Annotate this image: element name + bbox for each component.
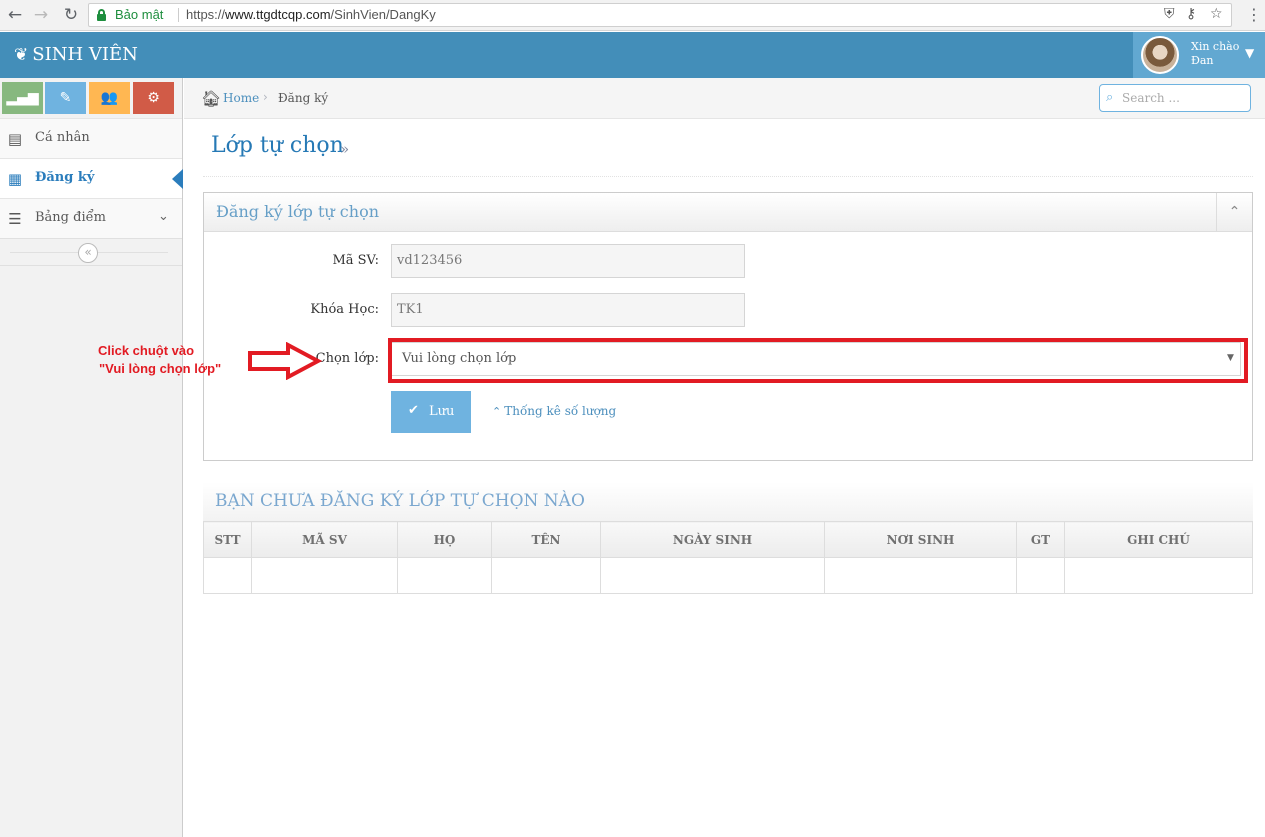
student-id-field: vd123456	[391, 244, 745, 278]
user-menu[interactable]: Xin chào Đan ▼	[1133, 32, 1265, 78]
search-input[interactable]	[1122, 89, 1246, 107]
check-icon: ✔	[408, 403, 419, 418]
cogs-icon[interactable]: ⚙	[133, 82, 174, 114]
column-header[interactable]: GHI CHÚ	[1064, 521, 1253, 558]
leaf-icon: ❦	[14, 45, 29, 65]
table-cell	[824, 557, 1017, 594]
breadcrumb-current: Đăng ký	[278, 91, 329, 105]
course-field: TK1	[391, 293, 745, 327]
chevron-up-icon: ⌃	[492, 405, 502, 418]
address-bar[interactable]: Bảo mật https://www.ttgdtcqp.com/SinhVie…	[88, 3, 1232, 27]
sidebar-item-label: Đăng ký	[35, 170, 95, 185]
brand[interactable]: ❦ SINH VIÊN	[14, 44, 138, 65]
url-separator	[178, 8, 179, 22]
table-row	[203, 557, 1253, 594]
sidebar-shortcuts: ▂▄▆ ✎ 👥 ⚙	[2, 82, 176, 114]
sidebar-item-dang-ky[interactable]: ▦ Đăng ký	[0, 158, 183, 198]
annotation-arrow-icon	[248, 342, 322, 380]
page-title-suffix: »	[340, 140, 350, 158]
list-alt-icon: ▤	[7, 130, 23, 148]
page-divider	[203, 176, 1253, 177]
course-label: Khóa Học:	[310, 302, 379, 317]
double-chevron-left-icon[interactable]: «	[78, 243, 98, 263]
user-greeting: Xin chào Đan	[1191, 40, 1239, 68]
user-name: Đan	[1191, 54, 1214, 67]
key-icon[interactable]: ⚷	[1186, 6, 1196, 22]
home-icon: 🏠︎	[201, 89, 222, 108]
pencil-icon[interactable]: ✎	[45, 82, 86, 114]
table-cell	[1064, 557, 1253, 594]
star-icon[interactable]: ☆	[1210, 6, 1223, 22]
sidebar-item-label: Bảng điểm	[35, 210, 106, 225]
annotation-text: Click chuột vào "Vui lòng chọn lớp"	[98, 342, 221, 378]
column-header[interactable]: GT	[1016, 521, 1065, 558]
registered-list-title: BẠN CHƯA ĐĂNG KÝ LỚP TỰ CHỌN NÀO	[215, 491, 585, 511]
search-box: ⌕	[1099, 84, 1251, 112]
list-icon: ☰	[8, 210, 22, 228]
registration-box-title: Đăng ký lớp tự chọn	[216, 202, 380, 221]
table-cell	[600, 557, 825, 594]
lock-icon	[97, 9, 106, 21]
browser-menu-icon[interactable]: ⋮	[1246, 5, 1262, 25]
table-header-row: STT MÃ SV HỌ TÊN NGÀY SINH NƠI SINH GT G…	[203, 521, 1253, 558]
reload-icon[interactable]: ↻	[61, 5, 81, 25]
chevron-up-icon[interactable]: ⌃	[1216, 193, 1252, 231]
stats-link[interactable]: ⌃ Thống kê số lượng	[492, 404, 616, 418]
avatar	[1141, 36, 1179, 74]
annotation-line-2: "Vui lòng chọn lớp"	[99, 361, 222, 376]
table-cell	[1016, 557, 1065, 594]
forward-arrow-icon[interactable]: →	[31, 5, 51, 25]
annotation-line-1: Click chuột vào	[98, 343, 195, 358]
signal-icon[interactable]: ▂▄▆	[2, 82, 43, 114]
annotation-highlight-box	[388, 338, 1248, 383]
column-header[interactable]: TÊN	[491, 521, 601, 558]
sidebar-collapse-row: «	[0, 238, 182, 266]
chevron-down-icon: ⌄	[158, 209, 169, 224]
sidebar-item-ca-nhan[interactable]: ▤ Cá nhân	[0, 118, 182, 158]
registration-box-header: Đăng ký lớp tự chọn ⌃	[204, 193, 1252, 232]
secure-label: Bảo mật	[115, 7, 164, 22]
app-header: ❦ SINH VIÊN Xin chào Đan ▼	[0, 32, 1265, 78]
brand-label: SINH VIÊN	[32, 44, 138, 65]
caret-down-icon: ▼	[1245, 46, 1255, 60]
shield-icon[interactable]: ⛨	[1164, 6, 1175, 22]
greeting-text: Xin chào	[1191, 40, 1240, 53]
column-header[interactable]: NGÀY SINH	[600, 521, 825, 558]
save-button[interactable]: ✔ Lưu	[391, 391, 471, 433]
sidebar: ▂▄▆ ✎ 👥 ⚙ ▤ Cá nhân ▦ Đăng ký ☰ Bảng điể…	[0, 78, 183, 837]
active-indicator	[172, 169, 183, 189]
sidebar-item-label: Cá nhân	[35, 130, 90, 145]
table-cell	[251, 557, 398, 594]
page-title: Lớp tự chọn	[211, 133, 344, 158]
url-text[interactable]: https://www.ttgdtcqp.com/SinhVien/DangKy	[186, 7, 436, 22]
column-header[interactable]: HỌ	[397, 521, 492, 558]
registered-list-header: BẠN CHƯA ĐĂNG KÝ LỚP TỰ CHỌN NÀO	[203, 482, 1253, 522]
browser-toolbar: ← → ↻ Bảo mật https://www.ttgdtcqp.com/S…	[0, 0, 1265, 31]
chevron-right-icon: ›	[263, 90, 268, 104]
users-icon[interactable]: 👥	[89, 82, 130, 114]
table-cell	[203, 557, 252, 594]
save-button-label: Lưu	[429, 404, 455, 419]
breadcrumb: 🏠︎ Home › Đăng ký ⌕	[184, 78, 1265, 119]
table-cell	[491, 557, 601, 594]
back-arrow-icon[interactable]: ←	[5, 5, 25, 25]
column-header[interactable]: MÃ SV	[251, 521, 398, 558]
breadcrumb-home-link[interactable]: Home	[223, 91, 259, 105]
student-id-label: Mã SV:	[332, 253, 379, 268]
column-header[interactable]: NƠI SINH	[824, 521, 1017, 558]
sidebar-item-bang-diem[interactable]: ☰ Bảng điểm ⌄	[0, 198, 182, 238]
stats-link-label: Thống kê số lượng	[504, 404, 617, 418]
column-header[interactable]: STT	[203, 521, 252, 558]
search-icon: ⌕	[1106, 90, 1114, 105]
table-cell	[397, 557, 492, 594]
calendar-icon: ▦	[7, 170, 23, 188]
registered-table: STT MÃ SV HỌ TÊN NGÀY SINH NƠI SINH GT G…	[203, 521, 1253, 594]
